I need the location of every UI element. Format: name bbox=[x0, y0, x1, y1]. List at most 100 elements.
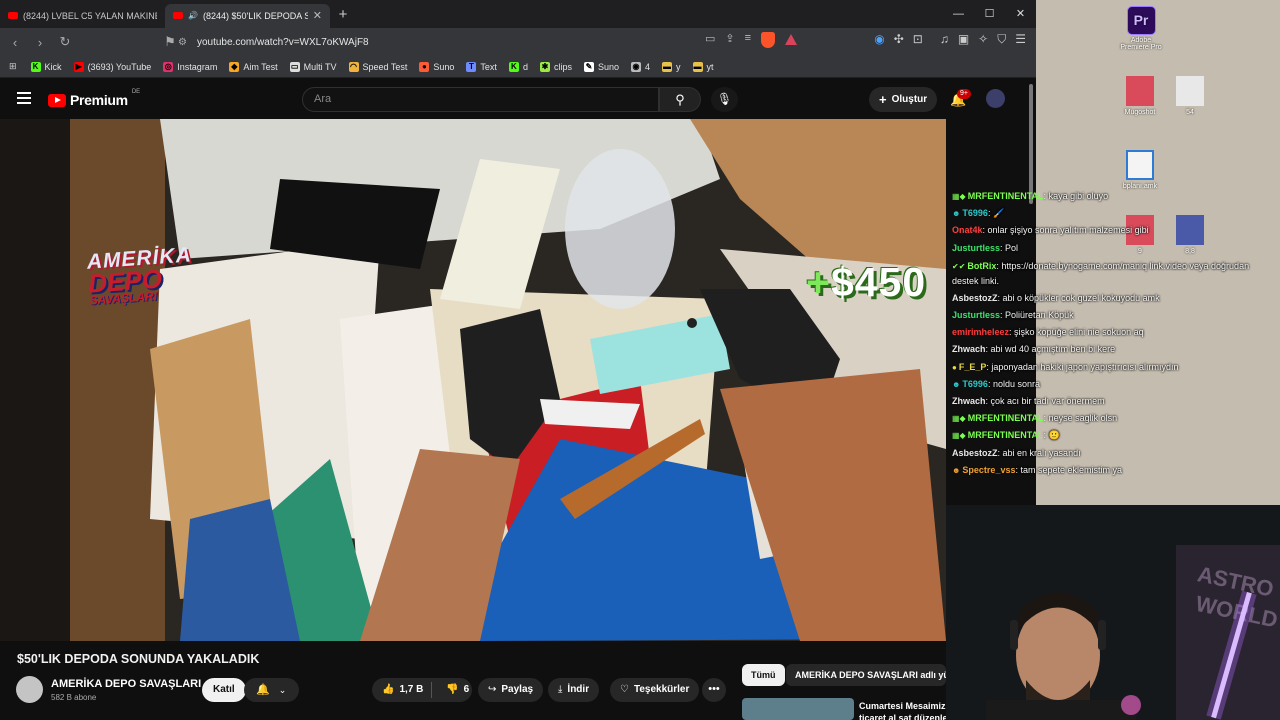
menu-icon[interactable]: ☰ bbox=[1015, 32, 1026, 47]
puzzle-icon[interactable]: ✣ bbox=[894, 32, 904, 47]
bookmark-item[interactable]: T Text bbox=[466, 61, 497, 72]
share-button[interactable]: ↪ Paylaş bbox=[478, 678, 544, 702]
chat-message: Justurtless: Poliüretan Köpük bbox=[946, 307, 1280, 324]
search-input[interactable]: Ara bbox=[302, 87, 659, 112]
bookmark-item[interactable]: ▬ yt bbox=[692, 61, 714, 72]
address-actions: ▭ ⇪ ≡ bbox=[705, 32, 798, 48]
voice-search-button[interactable]: 🎙 bbox=[711, 87, 738, 112]
bookmark-label: d bbox=[522, 61, 528, 72]
brave-rewards-icon[interactable] bbox=[785, 34, 798, 45]
related-video-thumbnail[interactable] bbox=[742, 698, 854, 720]
join-button[interactable]: Katıl bbox=[202, 678, 246, 702]
new-tab-button[interactable]: + bbox=[330, 6, 356, 23]
thumbs-down-icon[interactable]: 👎 bbox=[446, 684, 458, 695]
youtube-logo[interactable]: Premium DE bbox=[48, 89, 141, 108]
chat-message: ▦◆ MRFENTINENTAL: kaya gibi oluyo bbox=[946, 188, 1280, 205]
bookmark-list: K Kick ▶ (3693) YouTube ◎ Instagram ◆ Aim Test ▭… bbox=[30, 61, 726, 72]
chat-text: onlar şişiyo sonra yalıtım malzemesi gib… bbox=[987, 225, 1149, 236]
bookmark-item[interactable]: ◎ Instagram bbox=[163, 61, 217, 72]
bookmark-favicon-icon: ✱ bbox=[539, 61, 550, 72]
stream-chat-overlay: ▦◆ MRFENTINENTAL: kaya gibi oluyo ☻ T6996: … bbox=[946, 188, 1280, 505]
download-icon: ⤓ bbox=[558, 684, 563, 695]
bplani-shortcut[interactable]: bplanı.amk bbox=[1120, 150, 1160, 190]
channel-name[interactable]: AMERİKA DEPO SAVAŞLARI bbox=[51, 678, 201, 690]
bookmark-item[interactable]: ▬ y bbox=[662, 61, 681, 72]
hamburger-menu-icon[interactable] bbox=[17, 92, 31, 104]
tab-1[interactable]: (8244) LVBEL C5 YALAN MAKINESINE bbox=[0, 4, 165, 28]
bookmark-item[interactable]: ▭ Multi TV bbox=[289, 61, 337, 72]
bookmark-item[interactable]: ◠ Speed Test bbox=[348, 61, 407, 72]
bookmark-item[interactable]: ✱ clips bbox=[539, 61, 572, 72]
like-dislike-group: 👍 1,7 B 👎 6 bbox=[372, 678, 472, 702]
premiere-pro-shortcut[interactable]: Pr Adobe Premiere Pro bbox=[1120, 6, 1162, 51]
youtube-favicon-icon bbox=[173, 12, 183, 19]
reload-icon[interactable]: ↻ bbox=[55, 34, 75, 50]
like-count[interactable]: 1,7 B bbox=[399, 684, 423, 695]
bookmark-item[interactable]: ▶ (3693) YouTube bbox=[73, 61, 151, 72]
chat-message: AsbestozZ: abi o köpükler cok guzel koku… bbox=[946, 290, 1280, 307]
screenshot-icon[interactable]: ⊡ bbox=[913, 32, 923, 47]
account-avatar[interactable] bbox=[986, 89, 1005, 108]
youtube-header: Premium DE Ara ⚲ 🎙 + Oluştur 🔔 9+ bbox=[0, 79, 1030, 119]
channel-watermark: AMERİKA DEPO SAVAŞLARI bbox=[86, 243, 194, 307]
chat-badge-icon: ✔✔ bbox=[952, 261, 966, 271]
site-info-icon[interactable]: ⚙ bbox=[178, 37, 187, 48]
chat-badge-icon: ☻ bbox=[952, 379, 961, 389]
bookmark-item[interactable]: K Kick bbox=[30, 61, 62, 72]
chat-username: BotRix bbox=[967, 260, 997, 271]
chat-text: kaya gibi oluyo bbox=[1048, 191, 1109, 201]
create-button[interactable]: + Oluştur bbox=[869, 87, 938, 112]
mugoshot-shortcut[interactable]: Mugoshot bbox=[1122, 76, 1158, 116]
music-icon[interactable]: ♫ bbox=[940, 32, 949, 47]
bookmark-item[interactable]: ◉ 4 bbox=[631, 61, 650, 72]
cast-icon[interactable]: ▭ bbox=[705, 32, 715, 48]
extension-icon[interactable]: ◉ bbox=[874, 32, 884, 47]
chat-message: ✔✔ BotRix: https://donate.bynogame.com/ma… bbox=[946, 257, 1280, 290]
tab-title: (8244) LVBEL C5 YALAN MAKINESINE bbox=[23, 10, 157, 21]
maximize-button[interactable]: ☐ bbox=[974, 0, 1005, 28]
related-video-title[interactable]: Cumartesi Mesaimiz ticaret al sat düzenl… bbox=[859, 700, 949, 720]
bookmark-item[interactable]: Kd bbox=[508, 61, 528, 72]
download-button[interactable]: ⤓ İndir bbox=[548, 678, 600, 702]
close-tab-icon[interactable]: ✕ bbox=[313, 9, 322, 22]
forward-icon[interactable]: › bbox=[30, 35, 50, 50]
back-icon[interactable]: ‹ bbox=[5, 35, 25, 50]
chip-all[interactable]: Tümü bbox=[742, 664, 785, 686]
thanks-button[interactable]: ♡ Teşekkürler bbox=[610, 678, 700, 702]
search-button[interactable]: ⚲ bbox=[659, 87, 701, 112]
wallet-icon[interactable]: ▣ bbox=[958, 32, 969, 47]
chat-text: şişko köpüğe elini nie sokuon aq bbox=[1014, 327, 1144, 338]
close-window-button[interactable]: ✕ bbox=[1005, 0, 1036, 28]
logo-region: DE bbox=[131, 89, 141, 95]
more-actions-icon[interactable]: ••• bbox=[702, 678, 726, 702]
bookmark-icon[interactable]: ⚑ bbox=[160, 34, 180, 50]
chip-channel[interactable]: AMERİKA DEPO SAVAŞLARI adlı yükleyiciden bbox=[786, 664, 946, 686]
chat-message: Justurtless: Pol bbox=[946, 240, 1280, 257]
leo-icon[interactable]: ✧ bbox=[978, 32, 988, 47]
tab-2[interactable]: 🔊 (8244) $50'LIK DEPODA SONUNDA YAKALADI… bbox=[165, 3, 330, 28]
dislike-count[interactable]: 6 bbox=[464, 684, 470, 695]
share-icon[interactable]: ⇪ bbox=[725, 32, 734, 48]
bookmark-item[interactable]: ◆ Aim Test bbox=[229, 61, 278, 72]
file-54-shortcut[interactable]: 54 bbox=[1172, 76, 1208, 116]
premiere-pro-icon: Pr bbox=[1126, 6, 1156, 35]
address-bar: ‹ › ↻ ⚑ ⚙ youtube.com/watch?v=WXL7oKWAjF… bbox=[0, 28, 1036, 56]
video-player[interactable]: AMERİKA DEPO SAVAŞLARI +$450 bbox=[0, 119, 946, 641]
channel-avatar[interactable] bbox=[16, 676, 43, 703]
bookmark-label: clips bbox=[553, 61, 572, 72]
bookmark-item[interactable]: ● Suno bbox=[419, 61, 454, 72]
apps-grid-icon[interactable]: ⊞ bbox=[9, 61, 17, 72]
chat-message: Onat4k: onlar şişiyo sonra yalıtım malze… bbox=[946, 222, 1280, 239]
minimize-button[interactable]: — bbox=[943, 0, 974, 28]
chat-username: F_E_P bbox=[958, 361, 987, 372]
chat-message: Zhwach: abi wd 40 açmıştım ben bi kere bbox=[946, 341, 1280, 358]
chat-message: ▦◆ MRFENTINENTAL: 🙂 bbox=[946, 427, 1280, 444]
subscribe-bell-button[interactable]: 🔔 ⌄ bbox=[244, 678, 299, 702]
brave-shield-icon[interactable] bbox=[761, 32, 776, 48]
translate-icon[interactable]: ≡ bbox=[745, 32, 751, 48]
thumbs-up-icon[interactable]: 👍 bbox=[382, 684, 394, 695]
bookmark-item[interactable]: ✎ Suno bbox=[583, 61, 619, 72]
webcam-feed: ASTRO WORLD bbox=[946, 505, 1280, 720]
chat-badge-icon: ● bbox=[952, 362, 957, 372]
vpn-icon[interactable]: ⛉ bbox=[997, 32, 1006, 47]
